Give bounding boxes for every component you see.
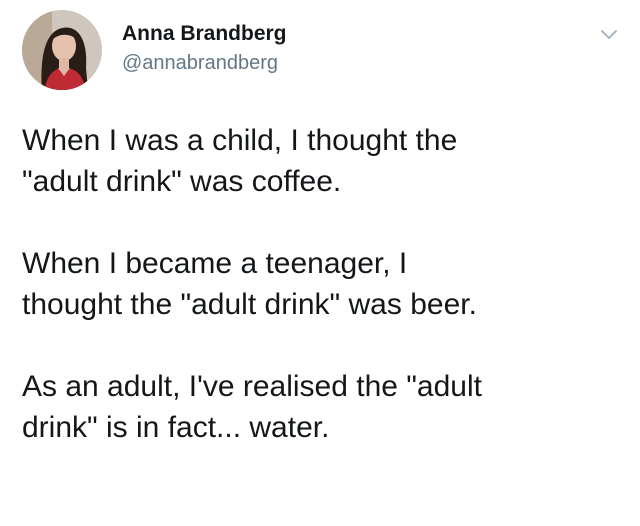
tweet-paragraph-2: When I became a teenager, I thought the …: [22, 247, 477, 321]
author-handle[interactable]: @annabrandberg: [122, 52, 278, 75]
avatar-image: [22, 10, 102, 90]
tweet-text: When I was a child, I thought the "adult…: [22, 120, 632, 448]
tweet-paragraph-1: When I was a child, I thought the "adult…: [22, 124, 458, 198]
tweet-card: Anna Brandberg @annabrandberg When I was…: [0, 0, 640, 526]
author-name[interactable]: Anna Brandberg: [122, 22, 287, 46]
tweet-header: Anna Brandberg @annabrandberg: [22, 10, 622, 96]
avatar[interactable]: [22, 10, 102, 90]
chevron-down-icon[interactable]: [600, 28, 618, 42]
tweet-paragraph-3: As an adult, I've realised the "adult dr…: [22, 370, 482, 444]
